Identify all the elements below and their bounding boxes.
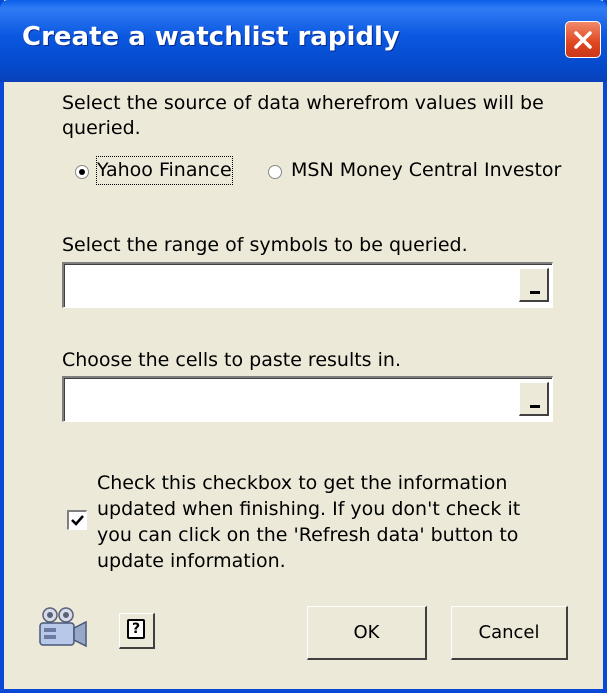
checkmark-icon: [71, 515, 84, 526]
update-text-line1: Check this checkbox to get the informati…: [97, 472, 508, 494]
collapse-icon: [530, 291, 540, 294]
close-icon: [574, 30, 592, 49]
results-label: Choose the cells to paste results in.: [62, 349, 401, 371]
update-checkbox[interactable]: [67, 510, 87, 530]
update-text-line3: you can click on the 'Refresh data' butt…: [97, 524, 519, 546]
ok-button[interactable]: OK: [307, 606, 427, 660]
symbols-label: Select the range of symbols to be querie…: [62, 234, 468, 256]
title-bar[interactable]: Create a watchlist rapidly: [0, 0, 607, 82]
results-collapse-button[interactable]: [519, 382, 549, 416]
radio-msn-money[interactable]: [268, 165, 282, 179]
cancel-button[interactable]: Cancel: [451, 606, 568, 660]
collapse-icon: [530, 405, 540, 408]
source-prompt-line1: Select the source of data wherefrom valu…: [62, 92, 544, 114]
help-icon: ?: [127, 619, 145, 639]
window-title: Create a watchlist rapidly: [22, 22, 400, 52]
symbols-collapse-button[interactable]: [519, 268, 549, 302]
symbols-range-input[interactable]: [62, 262, 553, 308]
source-prompt-line2: queried.: [62, 117, 141, 139]
close-button[interactable]: [565, 21, 601, 58]
video-camera-icon[interactable]: [36, 606, 90, 650]
radio-yahoo-label[interactable]: Yahoo Finance: [96, 156, 233, 185]
update-text-line2: updated when finishing. If you don't che…: [97, 498, 521, 520]
update-text-line4: update information.: [97, 550, 286, 572]
help-button[interactable]: ?: [119, 613, 155, 649]
radio-msn-label[interactable]: MSN Money Central Investor: [291, 157, 561, 184]
results-range-input[interactable]: [62, 376, 553, 422]
radio-yahoo-finance[interactable]: [75, 165, 89, 179]
